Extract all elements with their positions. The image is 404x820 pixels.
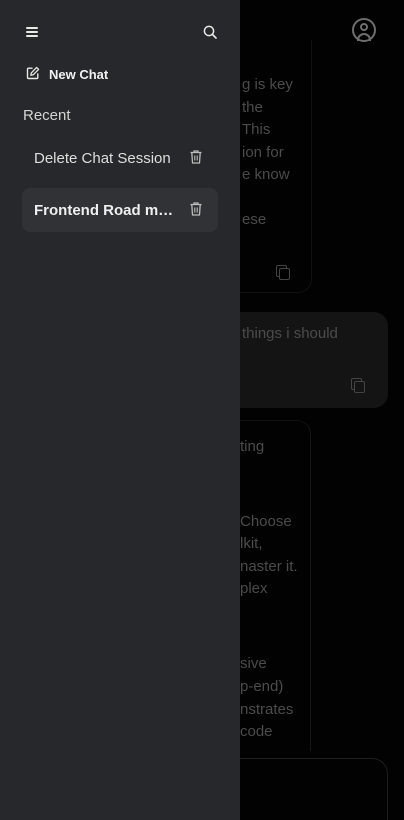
bot-message-text: lkit, [240, 535, 263, 552]
new-chat-button[interactable]: New Chat [26, 64, 108, 84]
search-icon[interactable] [203, 25, 217, 39]
bot-message-text: e know [242, 166, 290, 183]
menu-icon[interactable] [26, 27, 38, 37]
sidebar-drawer: New Chat Recent Delete Chat Session Fron… [0, 0, 240, 820]
trash-icon[interactable] [190, 150, 202, 164]
bot-message-text: This [242, 121, 271, 138]
new-chat-label: New Chat [49, 66, 109, 82]
bot-message-text: g is key [242, 76, 293, 93]
bot-message-text: the [242, 99, 263, 116]
bot-message-text: ion for [242, 144, 284, 161]
bot-message-text: plex [240, 580, 268, 597]
copy-icon[interactable] [276, 265, 290, 280]
bot-message-text: naster it. [240, 558, 298, 575]
bot-message-text: sive [240, 655, 267, 672]
recent-heading: Recent [23, 107, 71, 124]
trash-icon[interactable] [190, 202, 202, 216]
bot-message-text: ting [240, 438, 265, 455]
copy-icon[interactable] [351, 378, 365, 393]
bot-message-text: ese [242, 211, 267, 228]
chat-history-item-active[interactable]: Frontend Road map [22, 188, 218, 232]
chat-history-item[interactable]: Delete Chat Session [22, 136, 218, 180]
chat-app-screen: g is key the This ion for e know ese thi… [0, 0, 404, 820]
bot-message-text: Choose [240, 513, 292, 530]
edit-icon [26, 65, 40, 84]
bot-message-text: code [240, 723, 273, 740]
chat-history-item-label: Delete Chat Session [34, 149, 171, 167]
chat-history-item-label: Frontend Road map [34, 201, 174, 219]
bot-message-text: p-end) [240, 678, 284, 695]
user-message-text: things i should [242, 325, 338, 342]
account-icon[interactable] [352, 18, 376, 42]
bot-message-text: nstrates [240, 701, 294, 718]
